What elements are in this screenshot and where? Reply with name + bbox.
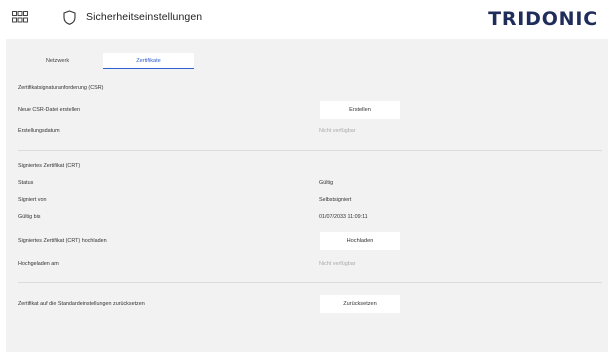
reset-label: Zertifikat auf die Standardeinstellungen… xyxy=(18,301,145,307)
shield-icon xyxy=(63,10,76,25)
csr-section-title: Zertifikatsignaturanforderung (CSR) xyxy=(18,85,104,91)
section-divider xyxy=(18,150,602,151)
tab-bar: Netzwerk Zertifikate xyxy=(12,53,194,69)
top-bar: Sicherheitseinstellungen TRIDONIC xyxy=(0,0,610,38)
brand-logo: TRIDONIC xyxy=(488,8,598,30)
settings-panel: Netzwerk Zertifikate Zertifikatsignatura… xyxy=(6,39,608,352)
signed-by-value: Selbstsigniert xyxy=(319,197,352,203)
uploaded-at-label: Hochgeladen am xyxy=(18,261,59,267)
valid-until-label: Gültig bis xyxy=(18,214,41,220)
uploaded-at-value: Nicht verfügbar xyxy=(319,261,356,267)
app-grid-icon[interactable] xyxy=(12,11,28,23)
creation-date-label: Erstellungsdatum xyxy=(18,128,60,134)
valid-until-value: 01/07/2033 11:09:11 xyxy=(319,214,368,220)
upload-crt-label: Signiertes Zertifikat (CRT) hochladen xyxy=(18,238,107,244)
upload-crt-button[interactable]: Hochladen xyxy=(320,232,400,250)
section-divider xyxy=(18,282,602,283)
create-csr-label: Neue CSR-Datei erstellen xyxy=(18,107,81,113)
page-title: Sicherheitseinstellungen xyxy=(86,11,203,23)
signed-by-label: Signiert von xyxy=(18,197,47,203)
status-value: Gültig xyxy=(319,180,334,186)
crt-section-title: Signiertes Zertifikat (CRT) xyxy=(18,163,81,169)
tab-netzwerk[interactable]: Netzwerk xyxy=(12,53,103,69)
reset-button[interactable]: Zurücksetzen xyxy=(320,295,400,313)
status-label: Status xyxy=(18,180,34,186)
creation-date-value: Nicht verfügbar xyxy=(319,128,356,134)
create-csr-button[interactable]: Erstellen xyxy=(320,101,400,119)
tab-zertifikate[interactable]: Zertifikate xyxy=(103,53,194,69)
